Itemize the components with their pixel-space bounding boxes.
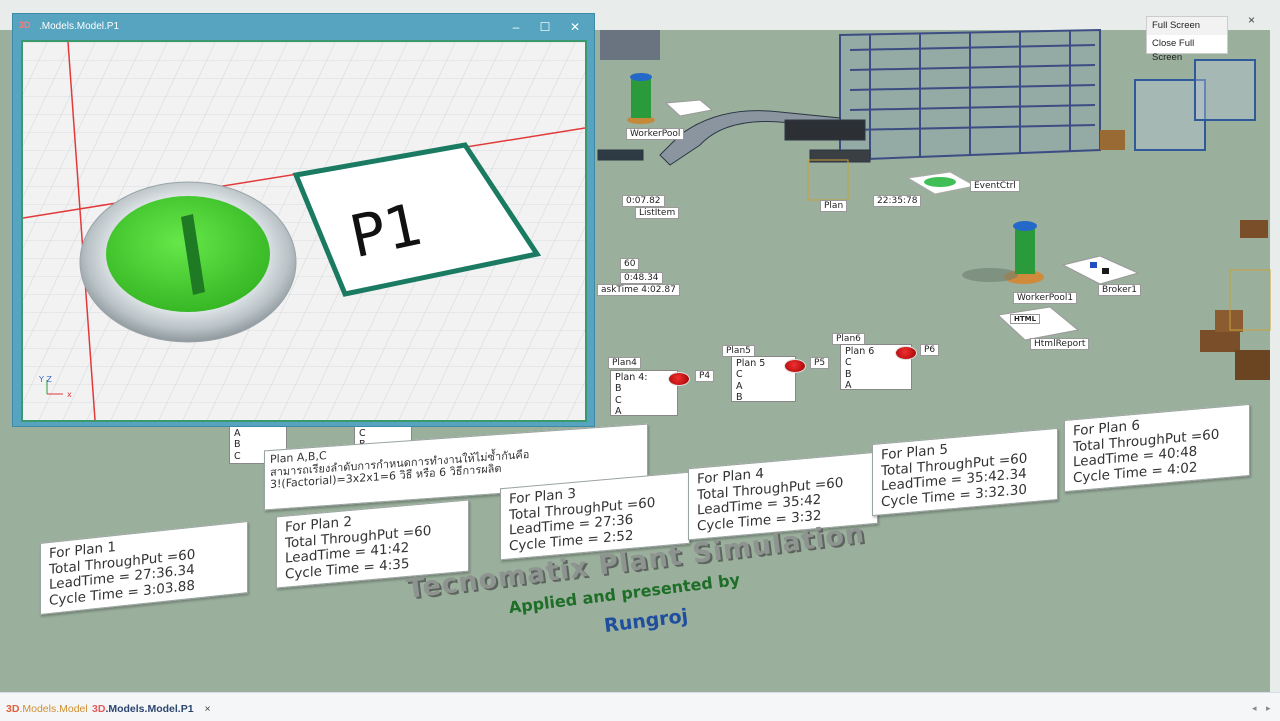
signal-button-p6[interactable] [895, 346, 917, 360]
p1-scene: P1 x Y Z [23, 42, 585, 420]
rack-structure [839, 28, 1101, 162]
signal-label-p5: P5 [810, 357, 830, 369]
menu-item-full-screen[interactable]: Full Screen [1147, 17, 1227, 35]
task-time: askTime 4:02.87 [597, 284, 680, 296]
tab-models-model[interactable]: 3D.Models.Model [6, 703, 88, 715]
signal-label-p4: P4 [695, 370, 715, 382]
html-report-label: HtmlReport [1030, 338, 1090, 350]
p1-3d-viewport[interactable]: P1 x Y Z [21, 40, 587, 422]
close-icon[interactable]: ✕ [565, 17, 585, 37]
stat-seconds: 0:07.82 [622, 195, 665, 207]
tab-close-icon[interactable]: × [204, 703, 210, 715]
window-titlebar[interactable]: 3D .Models.Model.P1 – ☐ ✕ [13, 14, 594, 40]
fullscreen-menu: Full Screen Close Full Screen [1146, 16, 1228, 63]
html-icon-text: HTML [1010, 314, 1041, 324]
list-label: ListItem [635, 207, 680, 219]
document-tab-bar: 3D.Models.Model 3D.Models.Model.P1 × ◂ ▸ [0, 692, 1280, 721]
maximize-icon[interactable]: ☐ [535, 17, 555, 37]
event-time-display: 22:35:78 [873, 195, 922, 207]
plan4-tag[interactable]: Plan4 [608, 357, 641, 369]
svg-text:x: x [67, 390, 72, 399]
signal-label-p6: P6 [920, 344, 940, 356]
tab-models-model-p1[interactable]: 3D.Models.Model.P1 × [92, 703, 211, 715]
stat-sixty: 60 [620, 258, 640, 270]
tab-scroll-left-icon[interactable]: ◂ [1252, 703, 1257, 714]
signal-button-p4[interactable] [668, 372, 690, 386]
svg-text:Y Z: Y Z [38, 375, 52, 384]
green-start-button-3d [79, 181, 297, 343]
stat-48: 0:48.34 [620, 272, 663, 284]
p1-3d-window[interactable]: 3D .Models.Model.P1 – ☐ ✕ P1 x Y Z [12, 13, 595, 427]
worker-pool-label: WorkerPool [626, 128, 685, 140]
event-controller-label: EventCtrl [970, 180, 1020, 192]
3d-app-icon: 3D [19, 20, 31, 30]
minimize-icon[interactable]: – [506, 17, 526, 37]
signal-button-p5[interactable] [784, 359, 806, 373]
worker-pool1-label: WorkerPool1 [1013, 292, 1078, 304]
menu-item-close-full-screen[interactable]: Close Full Screen [1147, 35, 1227, 63]
window-title: .Models.Model.P1 [39, 21, 120, 32]
tab-scroll-right-icon[interactable]: ▸ [1266, 703, 1271, 714]
broker1-label: Broker1 [1098, 284, 1142, 296]
plan-small-label: Plan [820, 200, 848, 212]
worker-pool-3d [627, 73, 655, 124]
close-icon[interactable]: × [1248, 13, 1255, 27]
